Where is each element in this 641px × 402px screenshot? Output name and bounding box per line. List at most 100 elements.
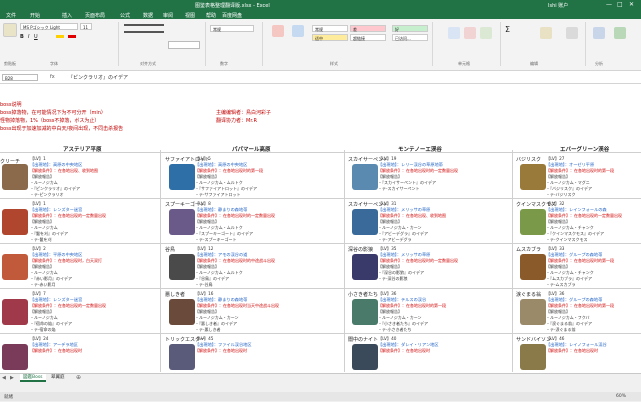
cell-style-option[interactable]: 常规	[312, 25, 348, 32]
monster-name: 小さき者たち	[348, 292, 379, 298]
monster-image	[169, 254, 195, 280]
minimize-icon[interactable]: —	[606, 1, 612, 8]
detail-line: ・テ-赤い影月	[30, 282, 56, 287]
cell-style-option[interactable]: 超链接	[350, 34, 386, 41]
baidu-upload-icon[interactable]	[614, 27, 626, 39]
monster-image	[2, 254, 28, 280]
ribbon-group-label: 字体	[50, 61, 58, 66]
next-sheet-icon[interactable]: ▶	[10, 375, 14, 381]
monster-image	[169, 299, 195, 325]
paste-icon[interactable]	[3, 23, 17, 37]
grid-line	[160, 150, 161, 372]
format-cells-icon[interactable]	[480, 27, 492, 39]
cell-style-option[interactable]: 已访问...	[392, 34, 428, 41]
find-select-icon[interactable]	[566, 27, 578, 39]
separator	[205, 22, 206, 66]
detail-line: 【解放条件】：在各地出现时	[378, 348, 430, 353]
grid-line	[344, 150, 345, 372]
italic-icon[interactable]: I	[28, 34, 29, 40]
separator	[118, 22, 119, 66]
detail-line: ・テ-ムスカブラ	[546, 282, 576, 287]
fill-color-icon[interactable]	[56, 35, 64, 38]
grid-line	[0, 288, 641, 289]
sheet-tab[interactable]: 図鑑Boss	[20, 374, 46, 382]
close-icon[interactable]: ✕	[629, 1, 634, 8]
detail-line: ・テ-悪しき者	[195, 327, 221, 332]
insert-cells-icon[interactable]	[448, 27, 460, 39]
detail-line: 【解放条件】：在各地出现时	[546, 348, 598, 353]
align-middle-icon[interactable]	[124, 31, 164, 33]
align-top-icon[interactable]	[124, 24, 164, 26]
detail-line: ・テ-クインマスクモス	[546, 237, 588, 242]
detail-line: ・テ-スプーキーゴート	[195, 237, 237, 242]
monster-name: 悪しき者	[165, 292, 186, 298]
analyze-data-icon[interactable]	[593, 27, 605, 39]
merge-center-button[interactable]	[168, 41, 200, 49]
fx-icon[interactable]: fx	[50, 74, 55, 80]
user-name[interactable]: Ishi 账户	[548, 2, 568, 9]
cell-style-option[interactable]: 适中	[312, 34, 348, 41]
monster-image	[520, 254, 546, 280]
menu-item[interactable]: 视图	[185, 12, 195, 19]
conditional-format-icon[interactable]	[272, 25, 284, 37]
monster-image	[520, 299, 546, 325]
bold-icon[interactable]: B	[20, 34, 24, 40]
detail-line: ・テ-バジリスク	[546, 192, 576, 197]
monster-image	[2, 209, 28, 235]
sort-filter-icon[interactable]	[540, 27, 552, 39]
monster-image	[2, 299, 28, 325]
detail-line: ・テ-谷鳥	[195, 282, 213, 287]
menu-item[interactable]: 页面布局	[85, 12, 105, 19]
ribbon-group-label: 样式	[330, 61, 338, 66]
font-name-select[interactable]: MS Pゴシック Light	[20, 23, 78, 30]
monster-image	[169, 164, 195, 190]
monster-image	[169, 344, 195, 370]
monster-image	[352, 164, 378, 190]
sheet-tab[interactable]: 翠翼庭	[48, 374, 68, 382]
monster-name: ムスカブラ	[516, 247, 542, 253]
menu-item[interactable]: 插入	[62, 12, 72, 19]
note-line: boss说明	[0, 102, 22, 108]
menu-item[interactable]: 数据	[143, 12, 153, 19]
format-as-table-icon[interactable]	[292, 25, 304, 37]
monster-image	[352, 209, 378, 235]
monster-image	[520, 344, 546, 370]
formula-bar: B28 fx 『ピンクラリオ』のイデア	[0, 72, 641, 84]
ribbon-group-label: 分析	[595, 61, 603, 66]
monster-name: 谷鳥	[165, 247, 176, 253]
detail-line: ・テ-ピンクラリオ	[30, 192, 64, 197]
add-sheet-icon[interactable]: ⊕	[76, 374, 81, 381]
delete-cells-icon[interactable]	[464, 27, 476, 39]
font-size-select[interactable]: 11	[80, 23, 92, 30]
maximize-icon[interactable]: □	[617, 1, 623, 8]
editor-line: 翻译协力者：Mr.R	[216, 118, 257, 124]
autosum-icon[interactable]: Σ	[505, 25, 510, 34]
ribbon-group-label: 单元格	[458, 61, 470, 66]
number-format-select[interactable]: 常规	[210, 25, 254, 32]
menu-item[interactable]: 开始	[30, 12, 40, 19]
font-color-icon[interactable]	[68, 35, 76, 38]
formula-input[interactable]: 『ピンクラリオ』のイデア	[68, 74, 128, 81]
editor-line: 主编编辑者：鳥白河彩子	[216, 110, 272, 116]
menu-item[interactable]: 审阅	[163, 12, 173, 19]
window-title: 图鉴表格整理翻译版.xlsx - Excel	[195, 3, 270, 9]
detail-line: ・テ-深谷の影狼	[378, 276, 408, 281]
name-box[interactable]: B28	[2, 74, 38, 81]
detail-line: ・テ-アビーデグラ	[378, 237, 412, 242]
cell-style-option[interactable]: 好	[392, 25, 428, 32]
grid-line	[0, 152, 641, 153]
monster-image	[352, 299, 378, 325]
monster-image	[520, 209, 546, 235]
menu-item[interactable]: 百度网盘	[222, 12, 242, 19]
zoom-level[interactable]: 60%	[616, 394, 626, 399]
monster-image	[520, 164, 546, 190]
cell-style-option[interactable]: 差	[350, 25, 386, 32]
underline-icon[interactable]: U	[34, 34, 38, 40]
detail-line: ・テ-宿命の焔	[30, 327, 56, 332]
prev-sheet-icon[interactable]: ◀	[2, 375, 6, 381]
menu-item[interactable]: 文件	[6, 12, 16, 19]
monster-name: 涙ぐまる翁	[516, 292, 542, 298]
menu-item[interactable]: 公式	[120, 12, 130, 19]
separator	[500, 22, 501, 66]
menu-item[interactable]: 帮助	[206, 12, 216, 19]
